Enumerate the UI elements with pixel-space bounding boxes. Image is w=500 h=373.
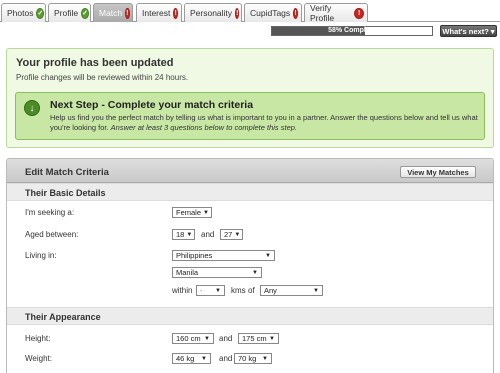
- select-value: 175 cm: [242, 334, 267, 343]
- of-location-select[interactable]: Any ▼: [260, 285, 323, 296]
- progress-label: 58% Complete: [328, 27, 376, 34]
- whats-next-button[interactable]: What's next? ▾: [440, 25, 497, 37]
- dropdown-arrow-icon: ▼: [262, 355, 268, 362]
- city-select[interactable]: Manila ▼: [172, 267, 262, 278]
- age-from-select[interactable]: 18 ▼: [172, 229, 195, 240]
- profile-progress-bar: 58% Complete: [271, 26, 433, 36]
- profile-updated-notice: Your profile has been updated Profile ch…: [6, 48, 494, 148]
- section-title: Their Appearance: [25, 312, 101, 322]
- dropdown-arrow-icon: ▼: [265, 252, 271, 259]
- section-title: Their Basic Details: [25, 188, 106, 198]
- progress-row: 58% Complete What's next? ▾: [0, 24, 500, 38]
- country-select[interactable]: Philippines ▼: [172, 250, 275, 261]
- tab-label: Photos: [7, 8, 34, 18]
- select-value: Female: [176, 208, 202, 217]
- match-criteria-panel: Edit Match Criteria View My Matches Thei…: [6, 158, 494, 373]
- exclamation-icon: !: [235, 7, 240, 19]
- and-text: and: [219, 354, 233, 363]
- arrow-down-icon: ↓: [24, 100, 40, 116]
- tab-verify-profile[interactable]: Verify Profile !: [304, 3, 368, 23]
- tab-label: CupidTags: [250, 8, 291, 18]
- select-value: Any: [264, 286, 277, 295]
- height-label: Height:: [25, 334, 51, 343]
- next-step-text: Help us find you the perfect match by te…: [50, 113, 480, 133]
- tab-label: Profile: [54, 8, 79, 18]
- dropdown-arrow-icon: ▼: [204, 335, 210, 342]
- seeking-select[interactable]: Female ▼: [172, 207, 212, 218]
- check-icon: ✓: [36, 7, 45, 19]
- dropdown-arrow-icon: ▼: [215, 287, 221, 294]
- and-text: and: [219, 334, 233, 343]
- dropdown-arrow-icon: ▼: [313, 287, 319, 294]
- chevron-down-icon: ▾: [490, 26, 495, 36]
- select-value: 46 kg: [176, 354, 195, 363]
- distance-select[interactable]: - ▼: [196, 285, 225, 296]
- dropdown-arrow-icon: ▼: [252, 269, 258, 276]
- exclamation-icon: !: [173, 7, 178, 19]
- dropdown-arrow-icon: ▼: [186, 231, 193, 238]
- dropdown-arrow-icon: ▼: [201, 355, 207, 362]
- exclamation-icon: !: [125, 7, 130, 19]
- notice-title: Your profile has been updated: [16, 57, 174, 69]
- weight-to-select[interactable]: 70 kg ▼: [234, 353, 272, 364]
- exclamation-icon: !: [293, 7, 298, 19]
- select-value: 18: [176, 230, 185, 239]
- within-text: within: [172, 286, 193, 295]
- select-value: 160 cm: [176, 334, 201, 343]
- height-from-select[interactable]: 160 cm ▼: [172, 333, 214, 344]
- next-step-emphasis: Answer at least 3 questions below to com…: [110, 123, 298, 132]
- select-value: 27: [224, 230, 233, 239]
- tab-label: Verify Profile: [310, 3, 335, 23]
- check-icon: ✓: [81, 7, 89, 19]
- select-value: 70 kg: [238, 354, 257, 363]
- exclamation-icon: !: [354, 7, 364, 19]
- tab-personality[interactable]: Personality !: [184, 3, 242, 22]
- weight-from-select[interactable]: 46 kg ▼: [172, 353, 211, 364]
- tab-photos[interactable]: Photos ✓: [1, 3, 46, 22]
- notice-subtitle: Profile changes will be reviewed within …: [16, 73, 189, 82]
- criteria-header: Edit Match Criteria View My Matches: [7, 159, 493, 183]
- section-basic-details: Their Basic Details: [7, 183, 493, 201]
- seeking-label: I'm seeking a:: [25, 208, 75, 217]
- tab-interest[interactable]: Interest !: [136, 3, 182, 22]
- next-step-box: ↓ Next Step - Complete your match criter…: [15, 92, 485, 140]
- tab-label: Interest: [142, 8, 171, 18]
- next-step-title: Next Step - Complete your match criteria: [50, 99, 254, 111]
- aged-label: Aged between:: [25, 230, 79, 239]
- select-value: Manila: [176, 268, 199, 277]
- age-to-select[interactable]: 27 ▼: [220, 229, 243, 240]
- tab-label: Personality: [190, 8, 233, 18]
- select-value: -: [200, 286, 203, 295]
- tab-label: Match: [99, 8, 123, 18]
- section-appearance: Their Appearance: [7, 307, 493, 325]
- dropdown-arrow-icon: ▼: [203, 209, 209, 216]
- tab-match[interactable]: Match !: [93, 3, 133, 22]
- weight-label: Weight:: [25, 354, 52, 363]
- and-text: and: [201, 230, 215, 239]
- living-label: Living in:: [25, 251, 57, 260]
- dropdown-arrow-icon: ▼: [234, 231, 241, 238]
- of-text: of: [248, 286, 255, 295]
- tab-cupidtags[interactable]: CupidTags !: [244, 3, 302, 22]
- profile-tabs: Photos ✓ Profile ✓ Match ! Interest ! Pe…: [0, 0, 500, 23]
- select-value: Philippines: [176, 251, 213, 260]
- dropdown-arrow-icon: ▼: [269, 335, 275, 342]
- tab-profile[interactable]: Profile ✓: [48, 3, 91, 22]
- height-to-select[interactable]: 175 cm ▼: [238, 333, 279, 344]
- kms-text: kms: [231, 286, 246, 295]
- criteria-title: Edit Match Criteria: [25, 167, 109, 178]
- whats-next-label: What's next?: [442, 26, 489, 36]
- view-my-matches-button[interactable]: View My Matches: [400, 166, 476, 178]
